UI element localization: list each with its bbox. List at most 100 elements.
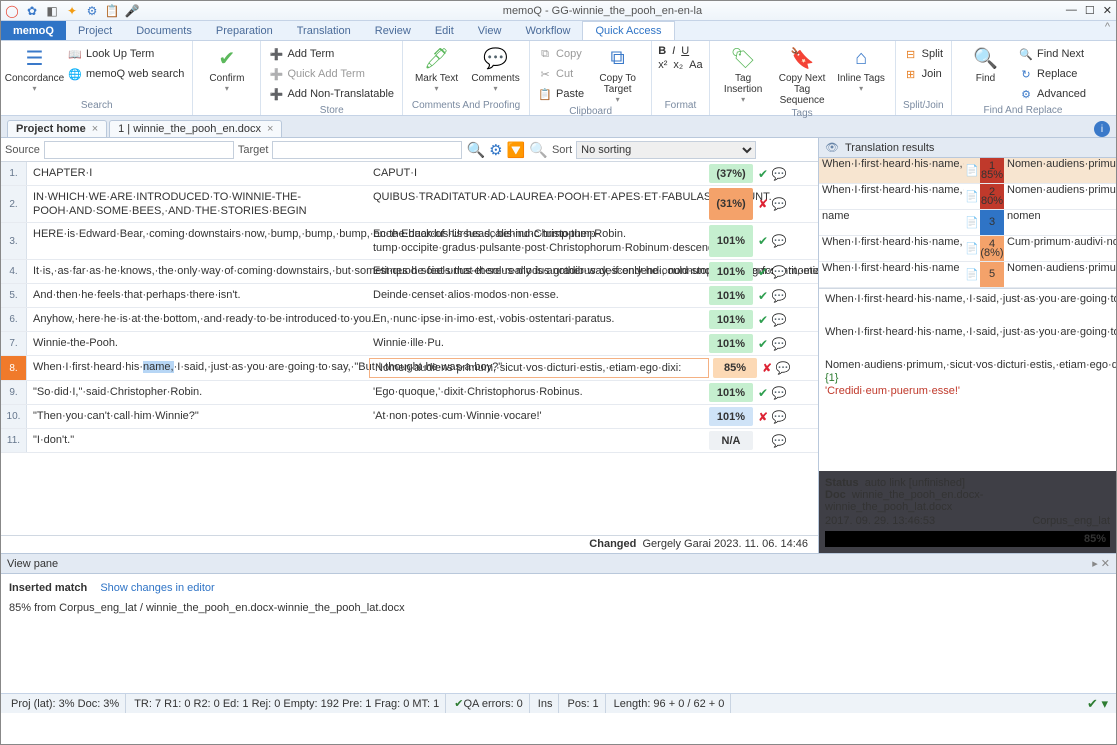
target-cell[interactable]: 'At·non·potes·cum·Winnie·vocare!' — [367, 405, 707, 428]
search-icon[interactable]: 🔍 — [466, 141, 485, 159]
inline-tags-button[interactable]: ⌂Inline Tags▾ — [834, 43, 889, 93]
subscript-button[interactable]: x₂ — [673, 59, 683, 71]
cut-button[interactable]: ✂Cut — [536, 65, 586, 83]
table-row[interactable]: 8.When·I·first·heard·his·name,·I·said,·j… — [1, 356, 818, 381]
target-cell[interactable]: Ecce·Eduardus·Ursus·scalis·nunc·tump-tum… — [367, 223, 707, 259]
close-icon[interactable]: × — [92, 123, 98, 135]
table-row[interactable]: 1.CHAPTER·ICAPUT·I(37%)✔💬 — [1, 162, 818, 186]
target-cell[interactable]: Deinde·censet·alios·modos·non·esse. — [367, 284, 707, 307]
comment-icon[interactable]: 💬 — [771, 405, 787, 428]
comment-icon[interactable]: 💬 — [771, 162, 787, 185]
add-term-button[interactable]: ➕Add Term — [267, 45, 396, 63]
qat-icon-7[interactable]: 🎤 — [125, 4, 139, 18]
table-row[interactable]: 11."I·don't."N/A💬 — [1, 429, 818, 453]
table-row[interactable]: 4.It·is,·as·far·as·he·knows,·the·only·wa… — [1, 260, 818, 284]
source-cell[interactable]: "I·don't." — [27, 429, 367, 452]
source-cell[interactable]: "Then·you·can't·call·him·Winnie?" — [27, 405, 367, 428]
comment-icon[interactable]: 💬 — [771, 308, 787, 331]
qat-icon-3[interactable]: ◧ — [45, 4, 59, 18]
sort-select[interactable]: No sorting — [576, 141, 756, 159]
target-cell[interactable]: Est·quod·sciat·unus·et·solus·modus·gradi… — [367, 260, 707, 283]
tab-view[interactable]: View — [466, 21, 514, 40]
comments-button[interactable]: 💬Comments▾ — [468, 43, 523, 93]
comment-icon[interactable]: 💬 — [771, 381, 787, 404]
source-cell[interactable]: When·I·first·heard·his·name,·I·said,·jus… — [27, 356, 367, 380]
qat-icon-1[interactable]: ◯ — [5, 4, 19, 18]
target-cell[interactable]: QUIBUS·TRADITATUR·AD·LAUREA·POOH·ET·APES… — [367, 186, 707, 222]
tab-edit[interactable]: Edit — [423, 21, 466, 40]
match-row[interactable]: When·I·first·heard·his·name,·I·said,·jus… — [819, 236, 1116, 262]
tab-preparation[interactable]: Preparation — [204, 21, 285, 40]
source-cell[interactable]: Anyhow,·here·he·is·at·the·bottom,·and·re… — [27, 308, 367, 331]
confirm-button[interactable]: ✔ Confirm ▾ — [199, 43, 254, 93]
target-cell[interactable]: 'Ego·quoque,'·dixit·Christophorus·Robinu… — [367, 381, 707, 404]
table-row[interactable]: 10."Then·you·can't·call·him·Winnie?"'At·… — [1, 405, 818, 429]
target-cell[interactable]: Winnie·ille·Pu. — [367, 332, 707, 355]
underline-button[interactable]: U — [681, 45, 689, 57]
paste-button[interactable]: 📋Paste — [536, 85, 586, 103]
comment-icon[interactable]: 💬 — [771, 186, 787, 222]
target-cell[interactable]: En,·nunc·ipse·in·imo·est,·vobis·ostentar… — [367, 308, 707, 331]
close-icon[interactable]: × — [267, 123, 273, 135]
eye-icon[interactable]: 👁 — [825, 141, 839, 154]
tab-document[interactable]: 1 | winnie_the_pooh_en.docx× — [109, 120, 282, 137]
source-cell[interactable]: HERE·is·Edward·Bear,·coming·downstairs·n… — [27, 223, 367, 259]
find-next-button[interactable]: 🔍Find Next — [1017, 45, 1088, 63]
tab-documents[interactable]: Documents — [124, 21, 204, 40]
copy-next-tag-button[interactable]: 🔖Copy Next Tag Sequence — [775, 43, 830, 106]
ribbon-collapse-icon[interactable]: ^ — [1099, 21, 1116, 40]
comment-icon[interactable]: 💬 — [771, 332, 787, 355]
show-changes-link[interactable]: Show changes in editor — [100, 582, 214, 594]
target-cell[interactable] — [367, 429, 707, 452]
table-row[interactable]: 7.Winnie-the-Pooh.Winnie·ille·Pu.101%✔💬 — [1, 332, 818, 356]
source-cell[interactable]: IN·WHICH·WE·ARE·INTRODUCED·TO·WINNIE-THE… — [27, 186, 367, 222]
qat-icon-4[interactable]: ✦ — [65, 4, 79, 18]
target-cell[interactable]: CAPUT·I — [367, 162, 707, 185]
concordance-button[interactable]: ☰ Concordance ▾ — [7, 43, 62, 93]
tab-workflow[interactable]: Workflow — [513, 21, 582, 40]
mark-text-button[interactable]: 🖊Mark Text▾ — [409, 43, 464, 93]
source-cell[interactable]: Winnie-the-Pooh. — [27, 332, 367, 355]
comment-icon[interactable]: 💬 — [771, 429, 787, 452]
tab-translation[interactable]: Translation — [285, 21, 363, 40]
tab-review[interactable]: Review — [363, 21, 423, 40]
comment-icon[interactable]: 💬 — [771, 223, 787, 259]
target-filter-input[interactable] — [272, 141, 462, 159]
target-cell[interactable]: Nomen·audiens·primum,·sicut·vos·dicturi·… — [369, 358, 709, 378]
italic-button[interactable]: I — [672, 45, 675, 57]
bold-button[interactable]: B — [658, 45, 666, 57]
clear-icon[interactable]: 🔍 — [529, 141, 548, 159]
web-search-button[interactable]: 🌐memoQ web search — [66, 65, 186, 83]
comment-icon[interactable]: 💬 — [775, 356, 791, 380]
source-filter-input[interactable] — [44, 141, 234, 159]
quick-add-term-button[interactable]: ➕Quick Add Term — [267, 65, 396, 83]
table-row[interactable]: 9."So·did·I,"·said·Christopher·Robin.'Eg… — [1, 381, 818, 405]
gear-icon[interactable]: ⚙ — [489, 141, 502, 159]
source-cell[interactable]: And·then·he·feels·that·perhaps·there·isn… — [27, 284, 367, 307]
maximize-button[interactable]: ☐ — [1085, 4, 1095, 17]
comment-icon[interactable]: 💬 — [771, 260, 787, 283]
minimize-button[interactable]: — — [1066, 4, 1077, 17]
match-row[interactable]: When·I·first·heard·his·name,·I·said,·jus… — [819, 184, 1116, 210]
qat-icon-6[interactable]: 📋 — [105, 4, 119, 18]
qat-icon-2[interactable]: ✿ — [25, 4, 39, 18]
close-button[interactable]: ✕ — [1103, 4, 1112, 17]
tag-insertion-button[interactable]: 🏷Tag Insertion▾ — [716, 43, 771, 104]
table-row[interactable]: 3.HERE·is·Edward·Bear,·coming·downstairs… — [1, 223, 818, 260]
find-button[interactable]: 🔍Find — [958, 43, 1013, 84]
match-row[interactable]: name📄3nomen — [819, 210, 1116, 236]
advanced-find-button[interactable]: ⚙Advanced — [1017, 85, 1088, 103]
source-cell[interactable]: CHAPTER·I — [27, 162, 367, 185]
superscript-button[interactable]: x² — [658, 59, 667, 71]
copy-to-target-button[interactable]: ⧉Copy To Target▾ — [590, 43, 645, 104]
split-button[interactable]: ⊟Split — [902, 45, 945, 63]
case-button[interactable]: Aa — [689, 59, 702, 71]
match-row[interactable]: When·I·first·heard·his·name,·I·said,·jus… — [819, 158, 1116, 184]
source-cell[interactable]: It·is,·as·far·as·he·knows,·the·only·way·… — [27, 260, 367, 283]
add-non-translatable-button[interactable]: ➕Add Non-Translatable — [267, 85, 396, 103]
qat-icon-5[interactable]: ⚙ — [85, 4, 99, 18]
replace-button[interactable]: ↻Replace — [1017, 65, 1088, 83]
view-pane-controls[interactable]: ▸ ✕ — [1092, 557, 1110, 570]
tab-quick-access[interactable]: Quick Access — [582, 21, 674, 40]
tab-project-home[interactable]: Project home× — [7, 120, 107, 137]
